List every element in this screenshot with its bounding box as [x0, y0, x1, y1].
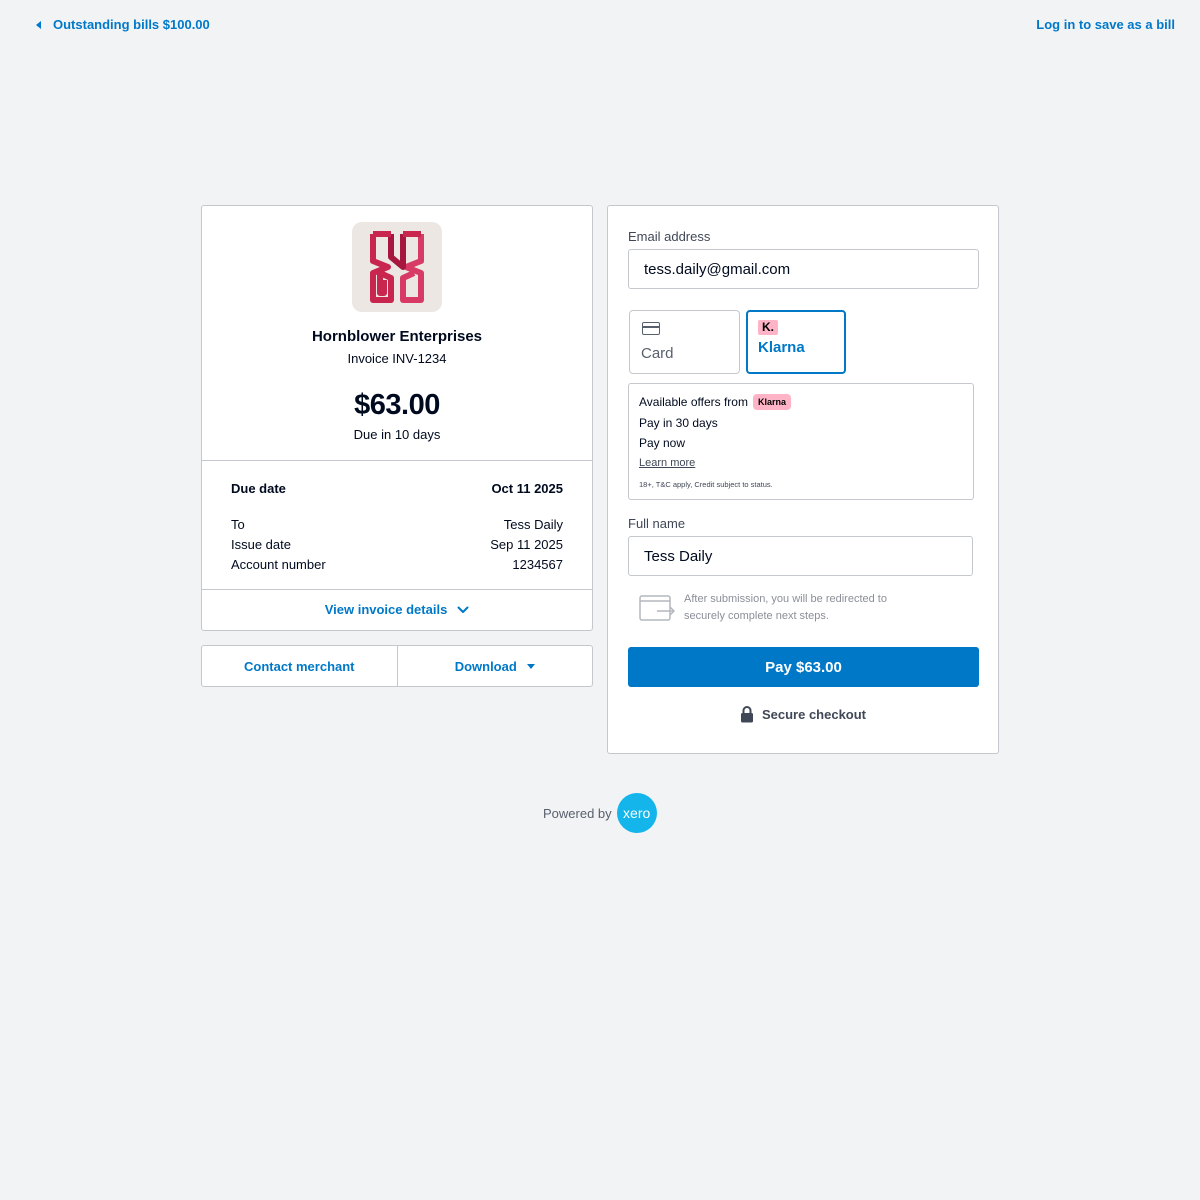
detail-label: To — [231, 517, 245, 532]
detail-value: Tess Daily — [503, 517, 563, 532]
fine-print: 18+, T&C apply, Credit subject to status… — [639, 480, 773, 489]
download-button[interactable]: Download — [396, 646, 593, 686]
due-date-row: Due date Oct 11 2025 — [231, 481, 563, 496]
invoice-amount: $63.00 — [354, 389, 440, 421]
powered-by-label: Powered by — [543, 805, 612, 821]
pay-button[interactable]: Pay $63.00 — [628, 647, 979, 687]
credit-card-icon — [642, 322, 660, 335]
contact-merchant-button[interactable]: Contact merchant — [202, 646, 397, 686]
detail-label: Account number — [231, 557, 326, 572]
detail-value: 1234567 — [512, 557, 563, 572]
payment-card: Email address Card K. Klarna Available o… — [607, 205, 999, 754]
redirect-note: After submission, you will be redirected… — [639, 591, 939, 627]
invoice-actions: Contact merchant Download — [201, 645, 593, 687]
view-invoice-details-button[interactable]: View invoice details — [202, 602, 592, 617]
outstanding-bills-link[interactable]: Outstanding bills $100.00 — [36, 17, 210, 32]
offers-heading-text: Available offers from — [639, 395, 748, 409]
klarna-badge: Klarna — [752, 394, 791, 410]
secure-checkout: Secure checkout — [608, 706, 998, 723]
email-field[interactable] — [628, 249, 979, 289]
offers-heading: Available offers from Klarna — [639, 394, 791, 410]
download-label: Download — [454, 658, 517, 674]
klarna-offers-box: Available offers from Klarna Pay in 30 d… — [628, 383, 974, 500]
payment-method-klarna[interactable]: K. Klarna — [746, 310, 846, 374]
detail-row-issue-date: Issue date Sep 11 2025 — [231, 537, 563, 552]
chevron-left-icon — [36, 20, 41, 29]
detail-label: Issue date — [231, 537, 291, 552]
redirect-icon — [639, 595, 676, 621]
due-in-text: Due in 10 days — [353, 427, 441, 442]
offer-item: Pay in 30 days — [639, 416, 718, 430]
full-name-label: Full name — [628, 516, 686, 531]
offer-item: Pay now — [639, 436, 686, 450]
caret-down-icon — [526, 663, 535, 669]
chevron-down-icon — [457, 606, 469, 613]
due-date-label: Due date — [231, 481, 286, 496]
contact-merchant-label: Contact merchant — [243, 658, 355, 674]
outstanding-bills-label: Outstanding bills $100.00 — [53, 17, 210, 32]
hornblower-logo-icon — [370, 231, 424, 303]
due-date-value: Oct 11 2025 — [491, 481, 563, 496]
lock-icon — [740, 706, 753, 723]
invoice-card: Hornblower Enterprises Invoice INV-1234 … — [201, 205, 593, 631]
powered-by-footer: Powered by xero — [543, 793, 657, 833]
detail-row-to: To Tess Daily — [231, 517, 563, 532]
redirect-note-text: After submission, you will be redirected… — [684, 593, 887, 622]
top-bar: Outstanding bills $100.00 Log in to save… — [0, 0, 1200, 50]
secure-checkout-label: Secure checkout — [761, 707, 867, 722]
divider — [202, 460, 592, 461]
full-name-field[interactable] — [628, 536, 973, 576]
merchant-logo — [352, 222, 442, 312]
login-save-bill-link[interactable]: Log in to save as a bill — [1036, 17, 1175, 32]
divider — [202, 589, 592, 590]
xero-logo: xero — [616, 793, 657, 833]
detail-row-account-number: Account number 1234567 — [231, 557, 563, 572]
klarna-logo-icon: K. — [758, 320, 778, 335]
payment-method-label: Card — [641, 345, 674, 362]
email-label: Email address — [628, 229, 711, 244]
merchant-name: Hornblower Enterprises — [311, 328, 483, 345]
detail-value: Sep 11 2025 — [490, 537, 563, 552]
learn-more-link[interactable]: Learn more — [639, 457, 695, 469]
payment-method-label: Klarna — [758, 339, 805, 356]
payment-method-card[interactable]: Card — [629, 310, 740, 374]
invoice-number: Invoice INV-1234 — [347, 351, 447, 366]
view-invoice-details-label: View invoice details — [324, 602, 448, 617]
